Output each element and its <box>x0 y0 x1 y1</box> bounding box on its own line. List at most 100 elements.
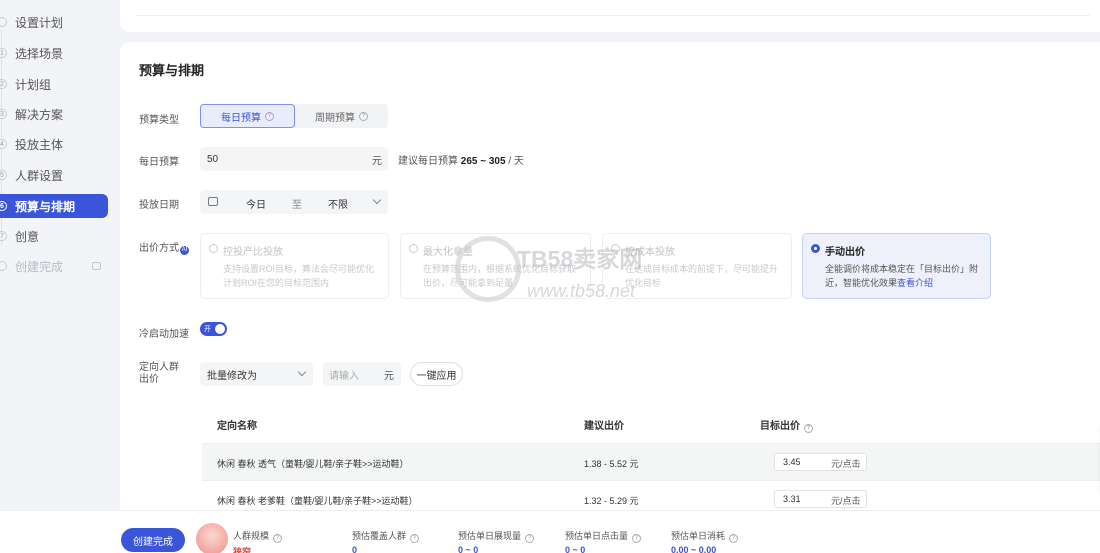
step-dot: 2 <box>0 79 7 89</box>
bid-option-desc: 在达成目标成本的前提下，尽可能提升优化目标 <box>625 264 779 288</box>
step-dot: 4 <box>0 139 7 149</box>
crowd-bid-label: 定向人群出价 <box>139 362 179 385</box>
crowd-bid-input[interactable]: 请输入 元 <box>323 362 401 386</box>
create-complete-button[interactable]: 创建完成 <box>121 528 185 552</box>
bid-option-cost[interactable]: 控成本投放 在达成目标成本的前提下，尽可能提升优化目标 <box>602 233 792 299</box>
step-dot: 7 <box>0 231 7 241</box>
date-end[interactable]: 不限 <box>328 196 348 211</box>
radio-button[interactable] <box>409 244 418 253</box>
column-header: 建议出价 <box>584 421 624 432</box>
bid-option-desc: 支持设置ROI目标，算法会尽可能优化计划ROI在您的目标范围内 <box>223 264 375 288</box>
bid-option-title: 手动出价 <box>825 247 865 258</box>
step-label: 计划组 <box>15 77 52 92</box>
help-icon[interactable]: ? <box>632 534 642 543</box>
step-item-crowd[interactable]: 5 人群设置 <box>0 163 108 187</box>
help-icon[interactable]: ? <box>265 111 274 121</box>
target-bid-input[interactable]: 3.31 元/点击 <box>774 490 867 508</box>
schedule-date-range[interactable]: 今日 至 不限 <box>200 190 388 214</box>
bid-option-title: 控投产比投放 <box>223 247 283 258</box>
stat-impressions: 预估单日展现量? 0 ~ 0 <box>458 529 535 553</box>
radio-button[interactable] <box>209 244 218 253</box>
step-label: 人群设置 <box>15 168 64 183</box>
suggest-bid: 1.38 - 5.52 元 <box>584 459 639 469</box>
input-unit: 元 <box>384 370 394 382</box>
chevron-down-icon <box>297 367 307 377</box>
chevron-down-icon <box>372 195 382 205</box>
step-sidebar: 设置计划 1 选择场景 2 计划组 3 解决方案 4 投放主体 5 人群设置 6 预算与排期… <box>0 0 118 520</box>
bid-option-roi[interactable]: 控投产比投放 支持设置ROI目标，算法会尽可能优化计划ROI在您的目标范围内 <box>200 233 389 299</box>
suggest-bid: 1.32 - 5.29 元 <box>584 496 639 506</box>
step-item-solution[interactable]: 3 解决方案 <box>0 102 108 126</box>
step-dot: 6 <box>0 201 7 211</box>
stat-value: 0 <box>352 545 358 553</box>
step-item-scene[interactable]: 1 选择场景 <box>0 41 108 65</box>
date-separator: 至 <box>292 200 302 211</box>
batch-select-value: 批量修改为 <box>207 370 257 382</box>
table-header: 定向名称 建议出价 目标出价? <box>202 402 1100 444</box>
stat-coverage: 预估覆盖人群? 0 <box>352 529 420 553</box>
step-label: 预算与排期 <box>15 199 76 214</box>
step-label: 选择场景 <box>15 46 64 61</box>
help-icon[interactable]: ? <box>525 534 535 543</box>
option-label: 周期预算 <box>315 112 355 124</box>
step-dot: 3 <box>0 109 7 119</box>
help-icon[interactable]: ? <box>273 534 283 543</box>
target-bid-input[interactable]: 3.45 元/点击 <box>774 453 867 471</box>
step-dot <box>0 17 7 27</box>
step-dot <box>0 261 7 271</box>
stat-value: 狭窄 <box>233 547 252 553</box>
radio-button-selected[interactable] <box>811 244 820 253</box>
step-dot: 5 <box>0 170 7 180</box>
step-item-creative[interactable]: 7 创意 <box>0 224 108 248</box>
step-item-budget[interactable]: 6 预算与排期 <box>0 194 108 218</box>
radio-button[interactable] <box>611 244 620 253</box>
calendar-icon <box>208 197 218 206</box>
table-row: 休闲 春秋 透气（童鞋/婴儿鞋/亲子鞋>>运动鞋） 1.38 - 5.52 元 … <box>202 444 1100 481</box>
budget-suggestion: 建议每日预算 265 ~ 305 / 天 <box>398 156 524 167</box>
step-item-settings[interactable]: 设置计划 <box>0 10 108 34</box>
step-item-subject[interactable]: 4 投放主体 <box>0 132 108 156</box>
bid-option-title: 最大化拿量 <box>423 247 473 258</box>
stat-clicks: 预估单日点击量? 0 ~ 0 <box>565 529 642 553</box>
step-label: 创意 <box>15 229 40 244</box>
toggle-knob <box>215 324 225 334</box>
date-start[interactable]: 今日 <box>246 196 266 211</box>
footer-bar: 创建完成 人群规模? 狭窄 预估覆盖人群? 0 预估单日展现量? 0 ~ 0 预估单日… <box>0 510 1100 553</box>
step-dot: 1 <box>0 48 7 58</box>
step-item-plan-group[interactable]: 2 计划组 <box>0 72 108 96</box>
bid-option-max[interactable]: 最大化拿量 在预算范围内，根据系统优化目标获取出价，尽可能拿到足量 <box>400 233 591 299</box>
bid-option-manual[interactable]: 手动出价 全能调价将成本稳定在「目标出价」附近，智能优化效果查看介绍 <box>802 233 991 299</box>
bid-option-desc: 在预算范围内，根据系统优化目标获取出价，尽可能拿到足量 <box>423 264 577 288</box>
budget-type-label: 预算类型 <box>139 115 179 126</box>
step-label: 投放主体 <box>15 137 64 152</box>
help-icon[interactable]: ? <box>729 534 739 543</box>
ai-badge-icon: AI <box>180 246 189 255</box>
stat-value: 0 ~ 0 <box>458 545 479 553</box>
bid-method-label: 出价方式 AI <box>139 243 189 255</box>
cold-start-label: 冷启动加速 <box>139 329 189 340</box>
bid-value: 3.45 <box>783 457 801 467</box>
bid-option-desc: 全能调价将成本稳定在「目标出价」附近，智能优化效果查看介绍 <box>825 264 979 288</box>
view-intro-link[interactable]: 查看介绍 <box>897 278 933 288</box>
crowd-name: 休闲 春秋 老爹鞋（童鞋/婴儿鞋/亲子鞋>>运动鞋） <box>217 496 418 506</box>
stat-value: 0.00 ~ 0.00 <box>671 545 717 553</box>
suggest-range: 265 ~ 305 <box>460 156 506 167</box>
apply-all-button[interactable]: 一键应用 <box>410 362 463 386</box>
bid-unit: 元/点击 <box>831 496 861 506</box>
stat-cost: 预估单日消耗? 0.00 ~ 0.00 <box>671 529 739 553</box>
cold-start-toggle[interactable]: 开 <box>200 322 227 336</box>
crowd-scale-gauge-icon <box>196 523 228 553</box>
divider <box>136 8 1090 16</box>
batch-modify-select[interactable]: 批量修改为 <box>200 362 313 386</box>
daily-budget-input[interactable]: 50 元 <box>200 147 388 171</box>
column-header: 定向名称 <box>217 421 257 432</box>
help-icon[interactable]: ? <box>410 534 420 543</box>
bid-option-title: 控成本投放 <box>625 247 675 258</box>
help-icon[interactable]: ? <box>359 111 368 121</box>
lock-icon <box>92 262 101 270</box>
daily-budget-unit: 元 <box>372 155 382 167</box>
budget-type-daily[interactable]: 每日预算? <box>200 104 295 128</box>
budget-type-period[interactable]: 周期预算? <box>295 104 388 128</box>
help-icon[interactable]: ? <box>804 424 813 433</box>
budget-type-segment: 每日预算? 周期预算? <box>200 104 388 128</box>
